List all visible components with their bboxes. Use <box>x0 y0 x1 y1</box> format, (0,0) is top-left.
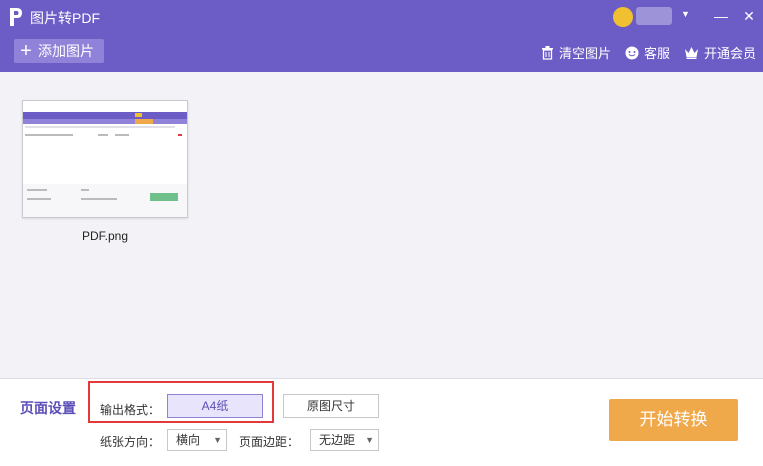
margin-label: 页面边距： <box>239 435 300 449</box>
app-title: 图片转PDF <box>30 10 100 26</box>
add-image-label: 添加图片 <box>38 43 94 59</box>
chevron-down-icon: ▼ <box>213 435 222 445</box>
plus-icon: + <box>20 40 32 62</box>
vip-button[interactable]: 开通会员 <box>684 43 756 62</box>
toolbar: + 添加图片 清空图片 客服 开通会员 <box>0 34 763 72</box>
avatar[interactable] <box>613 7 633 27</box>
output-format-label: 输出格式： <box>100 403 161 417</box>
customer-service-button[interactable]: 客服 <box>625 43 670 62</box>
clear-images-label: 清空图片 <box>559 46 612 61</box>
clear-images-button[interactable]: 清空图片 <box>541 43 611 62</box>
username-blurred[interactable] <box>636 7 672 25</box>
orientation-value: 横向 <box>176 433 201 447</box>
margin-value: 无边距 <box>319 433 356 447</box>
add-image-button[interactable]: + 添加图片 <box>14 39 104 63</box>
page-settings-title: 页面设置 <box>20 400 76 416</box>
page-settings-panel: 页面设置 输出格式： A4纸 原图尺寸 纸张方向： 横向 ▼ 页面边距： 无边距… <box>0 378 763 466</box>
vip-label: 开通会员 <box>704 46 757 61</box>
image-list-area: PDF.png <box>0 72 763 378</box>
title-bar: 图片转PDF ▼ — ✕ <box>0 0 763 34</box>
customer-service-label: 客服 <box>644 46 671 61</box>
image-thumbnail[interactable] <box>22 100 188 218</box>
chevron-down-icon[interactable]: ▼ <box>681 9 690 19</box>
minimize-button[interactable]: — <box>711 5 731 27</box>
a4-format-button[interactable]: A4纸 <box>167 394 263 418</box>
app-logo-icon <box>10 8 22 26</box>
orientation-label: 纸张方向： <box>100 435 161 449</box>
trash-icon <box>542 45 553 60</box>
original-size-button[interactable]: 原图尺寸 <box>283 394 379 418</box>
start-convert-button[interactable]: 开始转换 <box>609 399 738 441</box>
crown-icon <box>685 47 698 59</box>
margin-select[interactable]: 无边距 ▼ <box>310 429 379 451</box>
orientation-select[interactable]: 横向 ▼ <box>167 429 227 451</box>
close-button[interactable]: ✕ <box>739 5 759 27</box>
chat-bubble-icon <box>625 46 639 59</box>
thumbnail-preview-graphic <box>23 112 187 217</box>
image-filename: PDF.png <box>81 229 129 243</box>
chevron-down-icon: ▼ <box>365 435 374 445</box>
